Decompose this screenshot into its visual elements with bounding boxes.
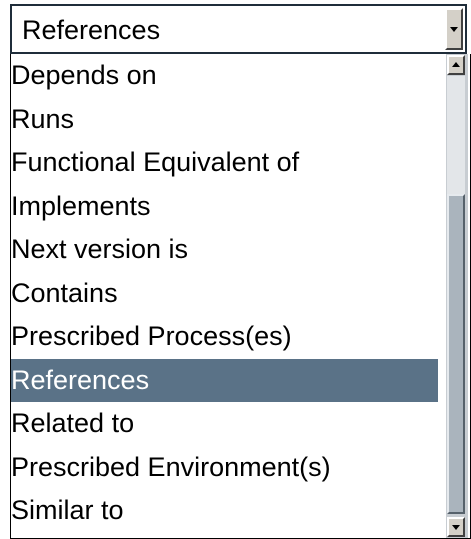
- option-label: Similar to: [11, 495, 124, 525]
- option-label: Prescribed Environment(s): [11, 451, 331, 482]
- vertical-scrollbar[interactable]: [446, 54, 468, 538]
- select-current-value: References: [22, 15, 161, 45]
- option-contains[interactable]: Contains: [11, 272, 438, 316]
- dropdown-options-list: Depends on Runs Functional Equivalent of…: [10, 54, 471, 539]
- dropdown-toggle-button[interactable]: [445, 8, 463, 50]
- chevron-down-icon: [450, 27, 458, 32]
- option-label: Related to: [11, 408, 135, 438]
- option-similar-to[interactable]: Similar to: [11, 489, 438, 533]
- option-label: Depends on: [11, 60, 157, 90]
- option-label: Next version is: [11, 234, 189, 264]
- option-references[interactable]: References: [11, 358, 438, 402]
- option-prescribed-processes[interactable]: Prescribed Process(es): [11, 315, 438, 359]
- option-label: Runs: [11, 103, 75, 134]
- option-next-version-is[interactable]: Next version is: [11, 228, 438, 272]
- option-runs[interactable]: Runs: [11, 98, 438, 142]
- option-label: Contains: [11, 277, 118, 308]
- scroll-up-arrow-icon: [452, 62, 460, 67]
- option-label: Implements: [11, 190, 151, 221]
- scroll-down-button[interactable]: [447, 517, 465, 537]
- option-related-to[interactable]: Related to: [11, 402, 438, 446]
- relation-type-select[interactable]: References: [10, 4, 467, 54]
- option-prescribed-environments[interactable]: Prescribed Environment(s): [11, 446, 438, 490]
- scroll-track[interactable]: [447, 76, 465, 194]
- option-depends-on[interactable]: Depends on: [11, 54, 438, 98]
- option-implements[interactable]: Implements: [11, 185, 438, 229]
- option-label: References: [11, 364, 150, 395]
- option-label: Functional Equivalent of: [11, 147, 300, 177]
- scroll-up-button[interactable]: [447, 55, 465, 75]
- options-container: Depends on Runs Functional Equivalent of…: [11, 54, 438, 538]
- scroll-down-arrow-icon: [452, 525, 460, 530]
- option-label: Prescribed Process(es): [11, 321, 292, 351]
- option-functional-equivalent-of[interactable]: Functional Equivalent of: [11, 141, 438, 185]
- scroll-thumb[interactable]: [447, 194, 465, 514]
